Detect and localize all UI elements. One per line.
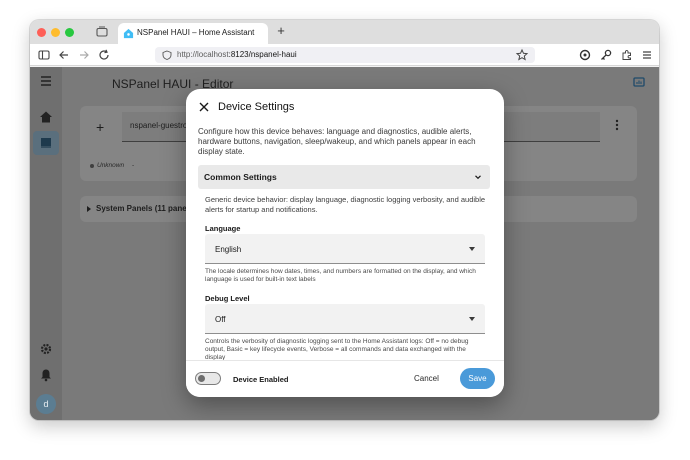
browser-toolbar: http://localhost:8123/nspanel-haui <box>30 44 659 66</box>
dialog-body[interactable]: Configure how this device behaves: langu… <box>186 125 504 360</box>
extension-icon[interactable] <box>578 48 592 62</box>
sidebar-toggle-icon[interactable] <box>37 48 51 62</box>
shield-icon[interactable] <box>162 50 172 60</box>
bell-icon[interactable] <box>38 367 54 383</box>
device-status: Unknown <box>97 162 125 169</box>
section-title: Common Settings <box>204 172 277 182</box>
puzzle-extensions-icon[interactable] <box>620 48 634 62</box>
system-panels-label: System Panels (11 panels) <box>96 204 197 213</box>
chevron-down-icon <box>475 175 481 180</box>
save-button[interactable]: Save <box>460 368 495 389</box>
device-enabled-toggle[interactable] <box>195 372 221 385</box>
debug-level-value: Off <box>215 315 226 324</box>
dialog-footer: Device Enabled Cancel Save <box>186 360 504 397</box>
gear-icon[interactable] <box>38 341 54 357</box>
minimize-window-button[interactable] <box>51 28 60 37</box>
tab-nspanel-haui[interactable]: NSPanel HAUI – Home Assistant <box>118 23 268 44</box>
tab-strip: NSPanel HAUI – Home Assistant + <box>30 20 659 44</box>
expand-triangle-icon <box>87 206 91 212</box>
forward-arrow-icon[interactable] <box>77 48 91 62</box>
language-helper: The locale determines how dates, times, … <box>205 268 476 283</box>
url-host: http://localhost <box>177 50 229 59</box>
bookmark-star-icon[interactable] <box>515 48 529 62</box>
language-select[interactable]: English <box>205 234 485 264</box>
status-dot <box>90 164 94 168</box>
url-path: :8123/nspanel-haui <box>228 50 297 59</box>
device-name: nspanel-guestro <box>130 121 188 130</box>
ha-sidebar: d <box>30 67 62 420</box>
dropdown-arrow-icon <box>469 317 475 321</box>
panel-editor-icon <box>41 138 51 148</box>
key-icon[interactable] <box>599 48 613 62</box>
home-assistant-icon <box>123 28 134 39</box>
dropdown-arrow-icon <box>469 247 475 251</box>
section-description: Generic device behavior: display languag… <box>205 195 486 214</box>
tab-overview-icon[interactable] <box>96 26 108 37</box>
close-icon[interactable] <box>198 101 210 113</box>
close-window-button[interactable] <box>37 28 46 37</box>
url-text: http://localhost:8123/nspanel-haui <box>177 50 297 59</box>
menu-hamburger-icon[interactable] <box>640 48 654 62</box>
sidebar-menu-icon[interactable] <box>38 73 54 89</box>
tab-title: NSPanel HAUI – Home Assistant <box>137 28 255 37</box>
maximize-window-button[interactable] <box>65 28 74 37</box>
debug-level-label: Debug Level <box>205 294 250 303</box>
display-preview-icon[interactable] <box>632 75 646 89</box>
reload-icon[interactable] <box>97 48 111 62</box>
status-separator: - <box>132 162 135 169</box>
avatar[interactable]: d <box>36 394 56 414</box>
browser-window: NSPanel HAUI – Home Assistant + http://l… <box>30 20 659 420</box>
debug-level-select[interactable]: Off <box>205 304 485 334</box>
device-enabled-label: Device Enabled <box>233 375 289 384</box>
toggle-knob <box>198 375 205 382</box>
sidebar-item-nspanel-active[interactable] <box>33 131 59 155</box>
dialog-title: Device Settings <box>218 101 295 113</box>
cancel-button[interactable]: Cancel <box>414 374 439 383</box>
new-tab-button[interactable]: + <box>274 24 288 38</box>
common-settings-header[interactable]: Common Settings <box>198 165 490 189</box>
language-value: English <box>215 245 242 254</box>
add-device-button[interactable]: + <box>96 119 104 135</box>
screenshot-stage: NSPanel HAUI – Home Assistant + http://l… <box>0 0 690 460</box>
language-label: Language <box>205 224 241 233</box>
debug-level-helper: Controls the verbosity of diagnostic log… <box>205 338 469 360</box>
address-bar[interactable]: http://localhost:8123/nspanel-haui <box>155 47 535 63</box>
more-vertical-icon[interactable] <box>612 119 622 131</box>
dialog-intro: Configure how this device behaves: langu… <box>198 127 476 156</box>
home-icon[interactable] <box>38 109 54 125</box>
back-arrow-icon[interactable] <box>57 48 71 62</box>
device-settings-dialog: Device Settings Configure how this devic… <box>186 89 504 397</box>
